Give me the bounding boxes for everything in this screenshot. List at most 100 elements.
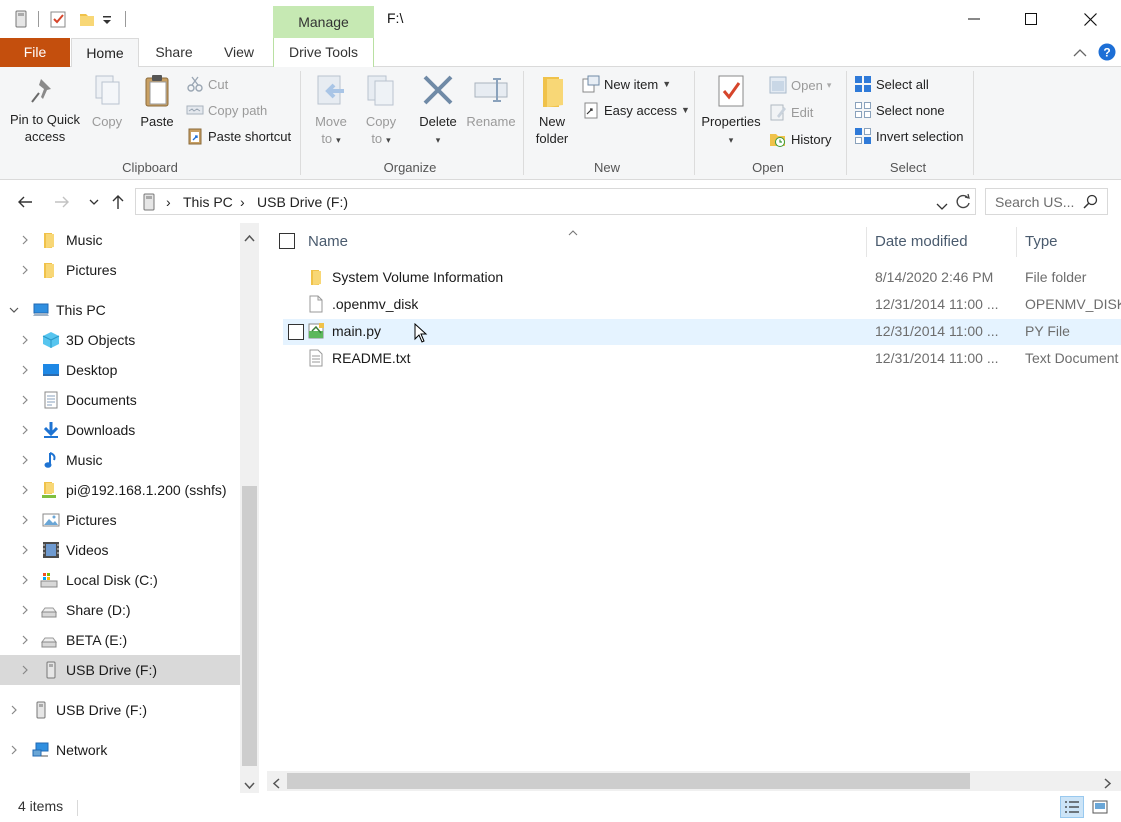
file-list-horizontal-scrollbar[interactable] [267, 771, 1121, 791]
usb-drive-icon [142, 193, 156, 214]
scroll-right-icon[interactable] [1104, 776, 1112, 792]
drive-icon [41, 607, 57, 618]
up-button[interactable] [108, 192, 128, 212]
search-input[interactable]: Search US... [985, 188, 1108, 215]
nav-item-pictures[interactable]: Pictures [0, 505, 240, 535]
copy-button[interactable]: Copy [86, 73, 128, 130]
column-header-type[interactable]: Type [1025, 233, 1058, 250]
nav-item-documents[interactable]: Documents [0, 385, 240, 415]
large-icons-view-button[interactable] [1088, 796, 1112, 818]
chevron-down-icon [9, 307, 19, 313]
column-header-date-modified[interactable]: Date modified [875, 233, 968, 250]
new-folder-button[interactable]: New folder [530, 73, 574, 147]
back-button[interactable] [15, 192, 35, 212]
copy-to-button[interactable]: Copy to ▾ [360, 73, 402, 149]
file-row-system-volume-information[interactable]: System Volume Information 8/14/2020 2:46… [283, 265, 1121, 291]
select-none-button[interactable]: Select none [854, 99, 945, 121]
tab-share[interactable]: Share [142, 38, 206, 67]
invert-selection-button[interactable]: Invert selection [854, 125, 963, 147]
nav-item-usb-drive-root[interactable]: USB Drive (F:) [0, 695, 240, 725]
details-view-button[interactable] [1060, 796, 1084, 818]
address-dropdown-icon[interactable] [936, 198, 948, 214]
text-file-icon [309, 349, 323, 367]
file-row-openmv-disk[interactable]: .openmv_disk 12/31/2014 11:00 ... OPENMV… [283, 292, 1121, 318]
copy-path-button[interactable]: Copy path [186, 99, 267, 121]
recent-locations-button[interactable] [84, 192, 104, 212]
minimize-button[interactable] [945, 0, 1003, 38]
nav-item-3d-objects[interactable]: 3D Objects [0, 325, 240, 355]
breadcrumb-usb-drive[interactable]: USB Drive (F:) [257, 194, 348, 210]
delete-button[interactable]: Delete ▾ [415, 73, 461, 149]
scroll-up-icon[interactable] [244, 229, 255, 245]
chevron-right-icon [11, 705, 17, 715]
edit-button[interactable]: Edit [769, 101, 813, 123]
customize-toolbar-icon[interactable] [102, 9, 112, 29]
network-folder-icon [42, 482, 56, 498]
move-to-button[interactable]: Move to ▾ [310, 73, 352, 149]
tab-drive-tools[interactable]: Drive Tools [273, 38, 374, 67]
horizontal-scroll-thumb[interactable] [287, 773, 970, 789]
nav-item-pictures-quick[interactable]: Pictures [0, 255, 240, 285]
easy-access-button[interactable]: Easy access ▼ [582, 99, 690, 121]
chevron-right-icon [22, 395, 28, 405]
forward-button[interactable] [52, 192, 72, 212]
pin-to-quick-access-button[interactable]: Pin to Quick access [6, 73, 84, 145]
new-item-icon [582, 75, 600, 93]
details-view-icon [1065, 801, 1079, 813]
column-header-name[interactable]: Name [308, 233, 348, 250]
row-checkbox[interactable] [288, 324, 304, 340]
chevron-right-icon [22, 365, 28, 375]
paste-shortcut-button[interactable]: Paste shortcut [186, 125, 291, 147]
breadcrumb-separator[interactable]: › [166, 194, 171, 210]
nav-scrollbar[interactable] [240, 223, 259, 793]
edit-icon [770, 104, 786, 121]
scroll-left-icon[interactable] [272, 776, 280, 792]
maximize-button[interactable] [1002, 0, 1060, 38]
nav-item-downloads[interactable]: Downloads [0, 415, 240, 445]
chevron-right-icon [22, 665, 28, 675]
chevron-right-icon [22, 425, 28, 435]
scroll-down-icon[interactable] [244, 777, 255, 793]
collapse-ribbon-icon[interactable] [1073, 45, 1087, 61]
close-button[interactable] [1061, 0, 1119, 38]
nav-item-share-d[interactable]: Share (D:) [0, 595, 240, 625]
tab-file[interactable]: File [0, 38, 70, 67]
new-item-button[interactable]: New item ▼ [582, 73, 671, 95]
nav-item-sshfs-share[interactable]: pi@192.168.1.200 (sshfs) [0, 475, 240, 505]
refresh-icon[interactable] [955, 193, 971, 213]
breadcrumb-separator[interactable]: › [240, 194, 245, 210]
paste-button[interactable]: Paste [136, 73, 178, 130]
cut-button[interactable]: Cut [186, 73, 228, 95]
file-row-readme-txt[interactable]: README.txt 12/31/2014 11:00 ... Text Doc… [283, 346, 1121, 372]
address-bar[interactable]: › This PC › USB Drive (F:) [135, 188, 976, 215]
easy-access-icon [584, 102, 598, 119]
documents-icon [44, 391, 58, 409]
file-row-main-py[interactable]: main.py 12/31/2014 11:00 ... PY File [283, 319, 1121, 345]
select-all-checkbox[interactable] [279, 233, 295, 249]
nav-item-usb-drive-f[interactable]: USB Drive (F:) [0, 655, 240, 685]
chevron-right-icon [22, 335, 28, 345]
breadcrumb-this-pc[interactable]: This PC [183, 194, 233, 210]
history-icon [770, 134, 785, 147]
open-button[interactable]: Open ▾ [769, 74, 831, 96]
nav-item-beta-e[interactable]: BETA (E:) [0, 625, 240, 655]
rename-button[interactable]: Rename [463, 73, 519, 130]
select-all-button[interactable]: Select all [854, 73, 929, 95]
tab-view[interactable]: View [208, 38, 270, 67]
nav-item-videos[interactable]: Videos [0, 535, 240, 565]
nav-scroll-thumb[interactable] [242, 486, 257, 766]
manage-context-tab[interactable]: Manage [273, 6, 374, 38]
help-icon[interactable]: ? [1098, 43, 1116, 64]
nav-item-this-pc[interactable]: This PC [0, 295, 240, 325]
properties-button[interactable]: Properties ▾ [698, 73, 764, 149]
mouse-cursor-icon [414, 323, 428, 343]
tab-home[interactable]: Home [71, 38, 139, 68]
nav-item-local-disk-c[interactable]: Local Disk (C:) [0, 565, 240, 595]
nav-item-music[interactable]: Music [0, 445, 240, 475]
nav-item-music-quick[interactable]: Music [0, 225, 240, 255]
history-button[interactable]: History [769, 128, 831, 150]
nav-item-desktop[interactable]: Desktop [0, 355, 240, 385]
properties-quick-icon[interactable] [50, 9, 68, 29]
new-folder-quick-icon[interactable] [78, 9, 96, 29]
nav-item-network[interactable]: Network [0, 735, 240, 765]
